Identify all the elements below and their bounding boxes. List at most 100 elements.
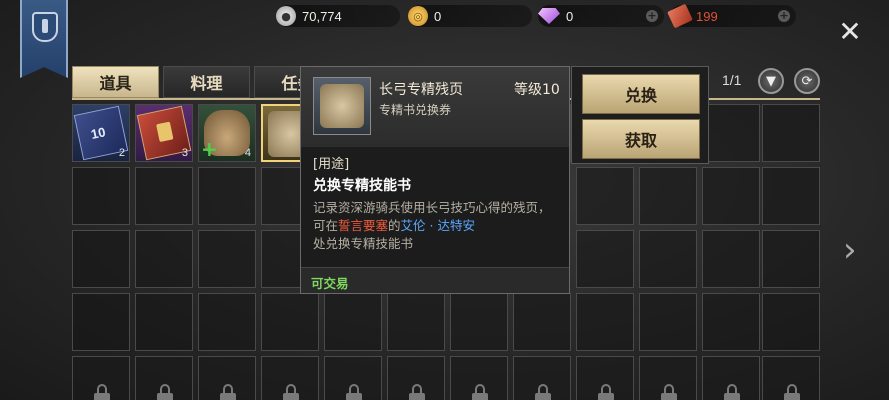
gold-currency: ◎ 0 bbox=[408, 5, 532, 27]
close-icon[interactable]: ✕ bbox=[836, 18, 864, 46]
lock-icon bbox=[283, 384, 299, 400]
locked-slot[interactable] bbox=[135, 356, 193, 400]
inventory-slot[interactable] bbox=[135, 167, 193, 225]
gem-amount: 0 bbox=[566, 8, 574, 24]
inventory-slot[interactable] bbox=[72, 167, 130, 225]
inventory-slot[interactable] bbox=[762, 230, 820, 288]
item-thumbnail bbox=[313, 77, 371, 135]
item-description: 记录资深游骑兵使用长弓技巧心得的残页，可在誓言要塞的艾伦 · 达特安 处兑换专精技… bbox=[313, 199, 561, 253]
chevron-down-icon[interactable]: ▼ bbox=[758, 68, 784, 94]
locked-slot[interactable] bbox=[72, 356, 130, 400]
ticket-currency: 199 + bbox=[667, 3, 796, 29]
chevron-right-icon[interactable]: › bbox=[843, 232, 865, 268]
guild-banner[interactable] bbox=[20, 0, 68, 78]
usage-label: [用途] bbox=[313, 157, 350, 172]
inventory-slot[interactable] bbox=[324, 293, 382, 351]
inventory-slot[interactable] bbox=[72, 293, 130, 351]
tooltip-footer: 可交易 bbox=[301, 267, 569, 293]
exchange-button[interactable]: 兑换 bbox=[582, 74, 700, 114]
item-count: 2 bbox=[118, 147, 125, 159]
inventory-slot[interactable] bbox=[762, 167, 820, 225]
diamond-icon bbox=[538, 8, 560, 24]
inventory-slot[interactable] bbox=[702, 230, 760, 288]
inventory-slot[interactable] bbox=[135, 293, 193, 351]
inventory-slot[interactable] bbox=[198, 230, 256, 288]
item-count: 4 bbox=[244, 147, 251, 159]
inventory-slot[interactable] bbox=[702, 167, 760, 225]
lock-icon bbox=[724, 384, 740, 400]
locked-slot[interactable] bbox=[762, 356, 820, 400]
ticket-icon bbox=[667, 3, 693, 29]
inventory-slot[interactable] bbox=[261, 293, 319, 351]
item-name: 长弓专精残页 bbox=[379, 82, 463, 98]
locked-slot[interactable] bbox=[639, 356, 697, 400]
lock-icon bbox=[220, 384, 236, 400]
lock-icon bbox=[346, 384, 362, 400]
inventory-slot[interactable]: 2 bbox=[72, 104, 130, 162]
lock-icon bbox=[598, 384, 614, 400]
inventory-slot[interactable] bbox=[639, 230, 697, 288]
item-count: 3 bbox=[181, 147, 188, 159]
lock-icon bbox=[661, 384, 677, 400]
locked-slot[interactable] bbox=[450, 356, 508, 400]
locked-slot[interactable] bbox=[198, 356, 256, 400]
lock-icon bbox=[784, 384, 800, 400]
inventory-slot[interactable] bbox=[762, 104, 820, 162]
lock-icon bbox=[94, 384, 110, 400]
inventory-slot[interactable] bbox=[135, 230, 193, 288]
gold-amount: 0 bbox=[434, 8, 442, 24]
inventory-slot[interactable] bbox=[72, 230, 130, 288]
refresh-icon[interactable]: ⟳ bbox=[794, 68, 820, 94]
silver-currency: ● 70,774 bbox=[276, 5, 400, 27]
add-ticket-icon[interactable]: + bbox=[778, 10, 790, 22]
lock-icon bbox=[535, 384, 551, 400]
locked-slot[interactable] bbox=[576, 356, 634, 400]
inventory-slot[interactable] bbox=[639, 167, 697, 225]
tab-items[interactable]: 道具 bbox=[72, 66, 159, 98]
inventory-slot[interactable] bbox=[639, 293, 697, 351]
gem-currency: 0 + bbox=[538, 5, 664, 27]
inventory-slot[interactable] bbox=[198, 167, 256, 225]
inventory-slot[interactable] bbox=[513, 293, 571, 351]
inventory-slot[interactable] bbox=[576, 230, 634, 288]
ticket-amount: 199 bbox=[696, 8, 718, 24]
skill-book-scroll-icon bbox=[320, 84, 364, 128]
action-panel: 兑换 获取 bbox=[571, 66, 709, 164]
locked-slot[interactable] bbox=[324, 356, 382, 400]
lock-icon bbox=[472, 384, 488, 400]
inventory-slot[interactable] bbox=[576, 293, 634, 351]
gold-coin-icon: ◎ bbox=[408, 6, 428, 26]
inventory-slot[interactable]: 3 bbox=[135, 104, 193, 162]
inventory-slot[interactable]: + 4 bbox=[198, 104, 256, 162]
locked-slot[interactable] bbox=[513, 356, 571, 400]
inventory-slot[interactable] bbox=[702, 104, 760, 162]
locked-slot[interactable] bbox=[702, 356, 760, 400]
tradable-label: 可交易 bbox=[311, 276, 349, 291]
upgrade-plus-icon: + bbox=[201, 137, 218, 161]
lock-icon bbox=[157, 384, 173, 400]
desc-part-2: 的 bbox=[388, 218, 401, 233]
silver-coin-icon: ● bbox=[276, 6, 296, 26]
desc-npc: 艾伦 · 达特安 bbox=[400, 218, 475, 233]
desc-part-3: 处兑换专精技能书 bbox=[313, 236, 414, 251]
inventory-slot[interactable] bbox=[762, 293, 820, 351]
inventory-slot[interactable] bbox=[198, 293, 256, 351]
silver-amount: 70,774 bbox=[302, 8, 342, 24]
page-counter: 1/1 bbox=[722, 72, 742, 88]
desc-place: 誓言要塞 bbox=[338, 218, 389, 233]
inventory-slot[interactable] bbox=[576, 167, 634, 225]
item-level: 等级10 bbox=[514, 82, 560, 98]
inventory-slot[interactable] bbox=[450, 293, 508, 351]
lock-icon bbox=[409, 384, 425, 400]
usage-text: 兑换专精技能书 bbox=[313, 178, 411, 194]
tab-cooking[interactable]: 料理 bbox=[163, 66, 250, 98]
inventory-slot[interactable] bbox=[387, 293, 445, 351]
locked-slot[interactable] bbox=[261, 356, 319, 400]
inventory-slot[interactable] bbox=[702, 293, 760, 351]
obtain-button[interactable]: 获取 bbox=[582, 119, 700, 159]
locked-slot[interactable] bbox=[387, 356, 445, 400]
item-category: 专精书兑换券 bbox=[379, 103, 452, 117]
guild-emblem-icon bbox=[32, 12, 58, 42]
add-gem-icon[interactable]: + bbox=[646, 10, 658, 22]
item-tooltip: 长弓专精残页 专精书兑换券 等级10 [用途] 兑换专精技能书 记录资深游骑兵使… bbox=[300, 66, 570, 294]
